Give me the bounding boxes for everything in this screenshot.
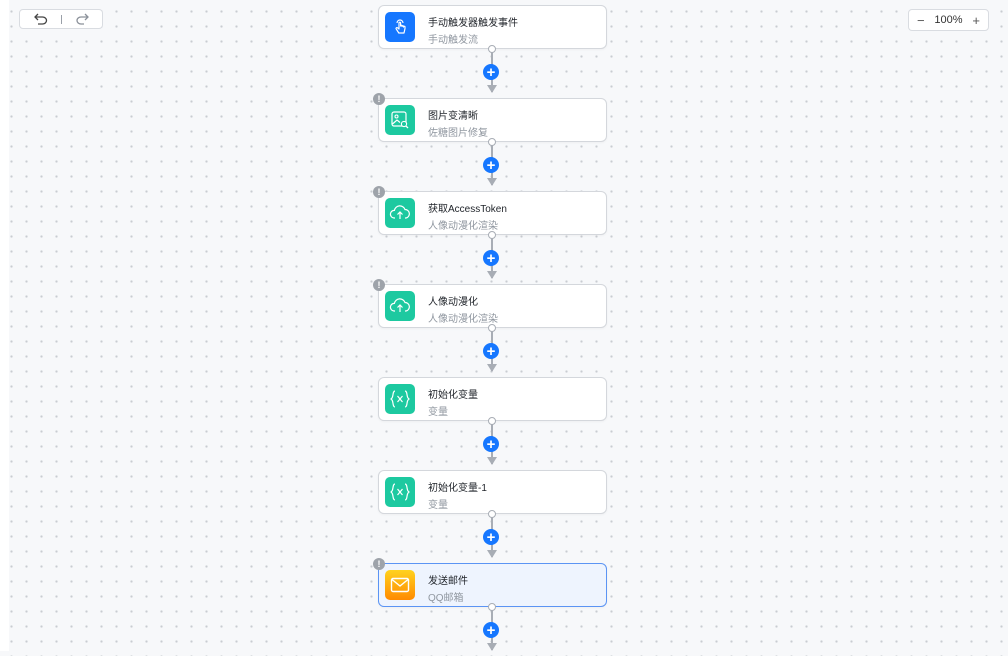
mail-icon (390, 577, 410, 593)
connector-port (488, 510, 496, 518)
add-step-button[interactable]: + (483, 250, 499, 266)
arrow-down-icon (487, 643, 497, 651)
zoom-in-button[interactable]: + (972, 14, 980, 27)
zoom-control: − 100% + (908, 9, 989, 31)
connector: + (483, 45, 499, 98)
connector-port (488, 45, 496, 53)
flow-node-image-enhance[interactable]: ! 图片变清晰 佐糖图片修复 (373, 93, 607, 142)
canvas-left-edge (0, 0, 9, 651)
node-subtitle: 佐糖图片修复 (428, 128, 488, 139)
node-title: 人像动漫化 (428, 297, 478, 308)
node-title: 初始化变量 (428, 390, 478, 401)
node-icon-badge (385, 198, 415, 228)
variable-icon (390, 390, 410, 408)
add-step-button[interactable]: + (483, 343, 499, 359)
connector: + (483, 324, 499, 377)
node-icon-badge (385, 570, 415, 600)
arrow-down-icon (487, 550, 497, 558)
add-step-button[interactable]: + (483, 436, 499, 452)
add-step-button[interactable]: + (483, 64, 499, 80)
zoom-level: 100% (934, 14, 963, 26)
node-icon-badge (385, 12, 415, 42)
redo-icon (75, 13, 89, 25)
warning-icon[interactable]: ! (373, 186, 385, 198)
arrow-down-icon (487, 271, 497, 279)
flow-node-get-access-token[interactable]: ! 获取AccessToken 人像动漫化渲染 (373, 186, 607, 235)
variable-icon (390, 483, 410, 501)
node-subtitle: 手动触发流 (428, 35, 478, 46)
image-enhance-icon (391, 111, 409, 129)
redo-button[interactable] (73, 10, 91, 28)
flow-node-init-variable-1[interactable]: 初始化变量-1 变量 (378, 470, 607, 514)
node-title: 图片变清晰 (428, 111, 478, 122)
arrow-down-icon (487, 178, 497, 186)
warning-icon[interactable]: ! (373, 279, 385, 291)
node-subtitle: 变量 (428, 407, 448, 418)
arrow-down-icon (487, 457, 497, 465)
connector: + (483, 138, 499, 191)
undo-icon (33, 13, 47, 25)
toolbar-separator (60, 14, 62, 24)
node-title: 获取AccessToken (428, 204, 507, 215)
flow-node-portrait-anime[interactable]: ! 人像动漫化 人像动漫化渲染 (373, 279, 607, 328)
node-subtitle: QQ邮箱 (428, 593, 464, 604)
flow-node-send-mail[interactable]: ! 发送邮件 QQ邮箱 (373, 558, 607, 607)
connector: + (483, 231, 499, 284)
node-subtitle: 变量 (428, 500, 448, 511)
add-step-button[interactable]: + (483, 622, 499, 638)
connector: + (483, 417, 499, 470)
connector: + (483, 510, 499, 563)
connector: + (483, 603, 499, 656)
node-icon-badge (385, 105, 415, 135)
undo-button[interactable] (32, 10, 50, 28)
arrow-down-icon (487, 85, 497, 93)
connector-port (488, 603, 496, 611)
connector-port (488, 231, 496, 239)
node-title: 手动触发器触发事件 (428, 18, 518, 29)
arrow-down-icon (487, 364, 497, 372)
flow-node-init-variable[interactable]: 初始化变量 变量 (378, 377, 607, 421)
node-icon-badge (385, 291, 415, 321)
node-subtitle: 人像动漫化渲染 (428, 314, 498, 325)
flow-node-manual-trigger[interactable]: 手动触发器触发事件 手动触发流 (378, 5, 607, 49)
add-step-button[interactable]: + (483, 529, 499, 545)
connector-port (488, 324, 496, 332)
node-title: 初始化变量-1 (428, 483, 487, 494)
connector-port (488, 417, 496, 425)
zoom-out-button[interactable]: − (917, 14, 925, 27)
cloud-upload-icon (389, 205, 410, 219)
node-icon-badge (385, 477, 415, 507)
cloud-upload-icon (389, 298, 410, 312)
hand-pointer-icon (395, 19, 406, 34)
add-step-button[interactable]: + (483, 157, 499, 173)
warning-icon[interactable]: ! (373, 558, 385, 570)
undo-redo-toolbar (19, 9, 103, 29)
warning-icon[interactable]: ! (373, 93, 385, 105)
node-subtitle: 人像动漫化渲染 (428, 221, 498, 232)
node-icon-badge (385, 384, 415, 414)
node-title: 发送邮件 (428, 576, 468, 587)
connector-port (488, 138, 496, 146)
